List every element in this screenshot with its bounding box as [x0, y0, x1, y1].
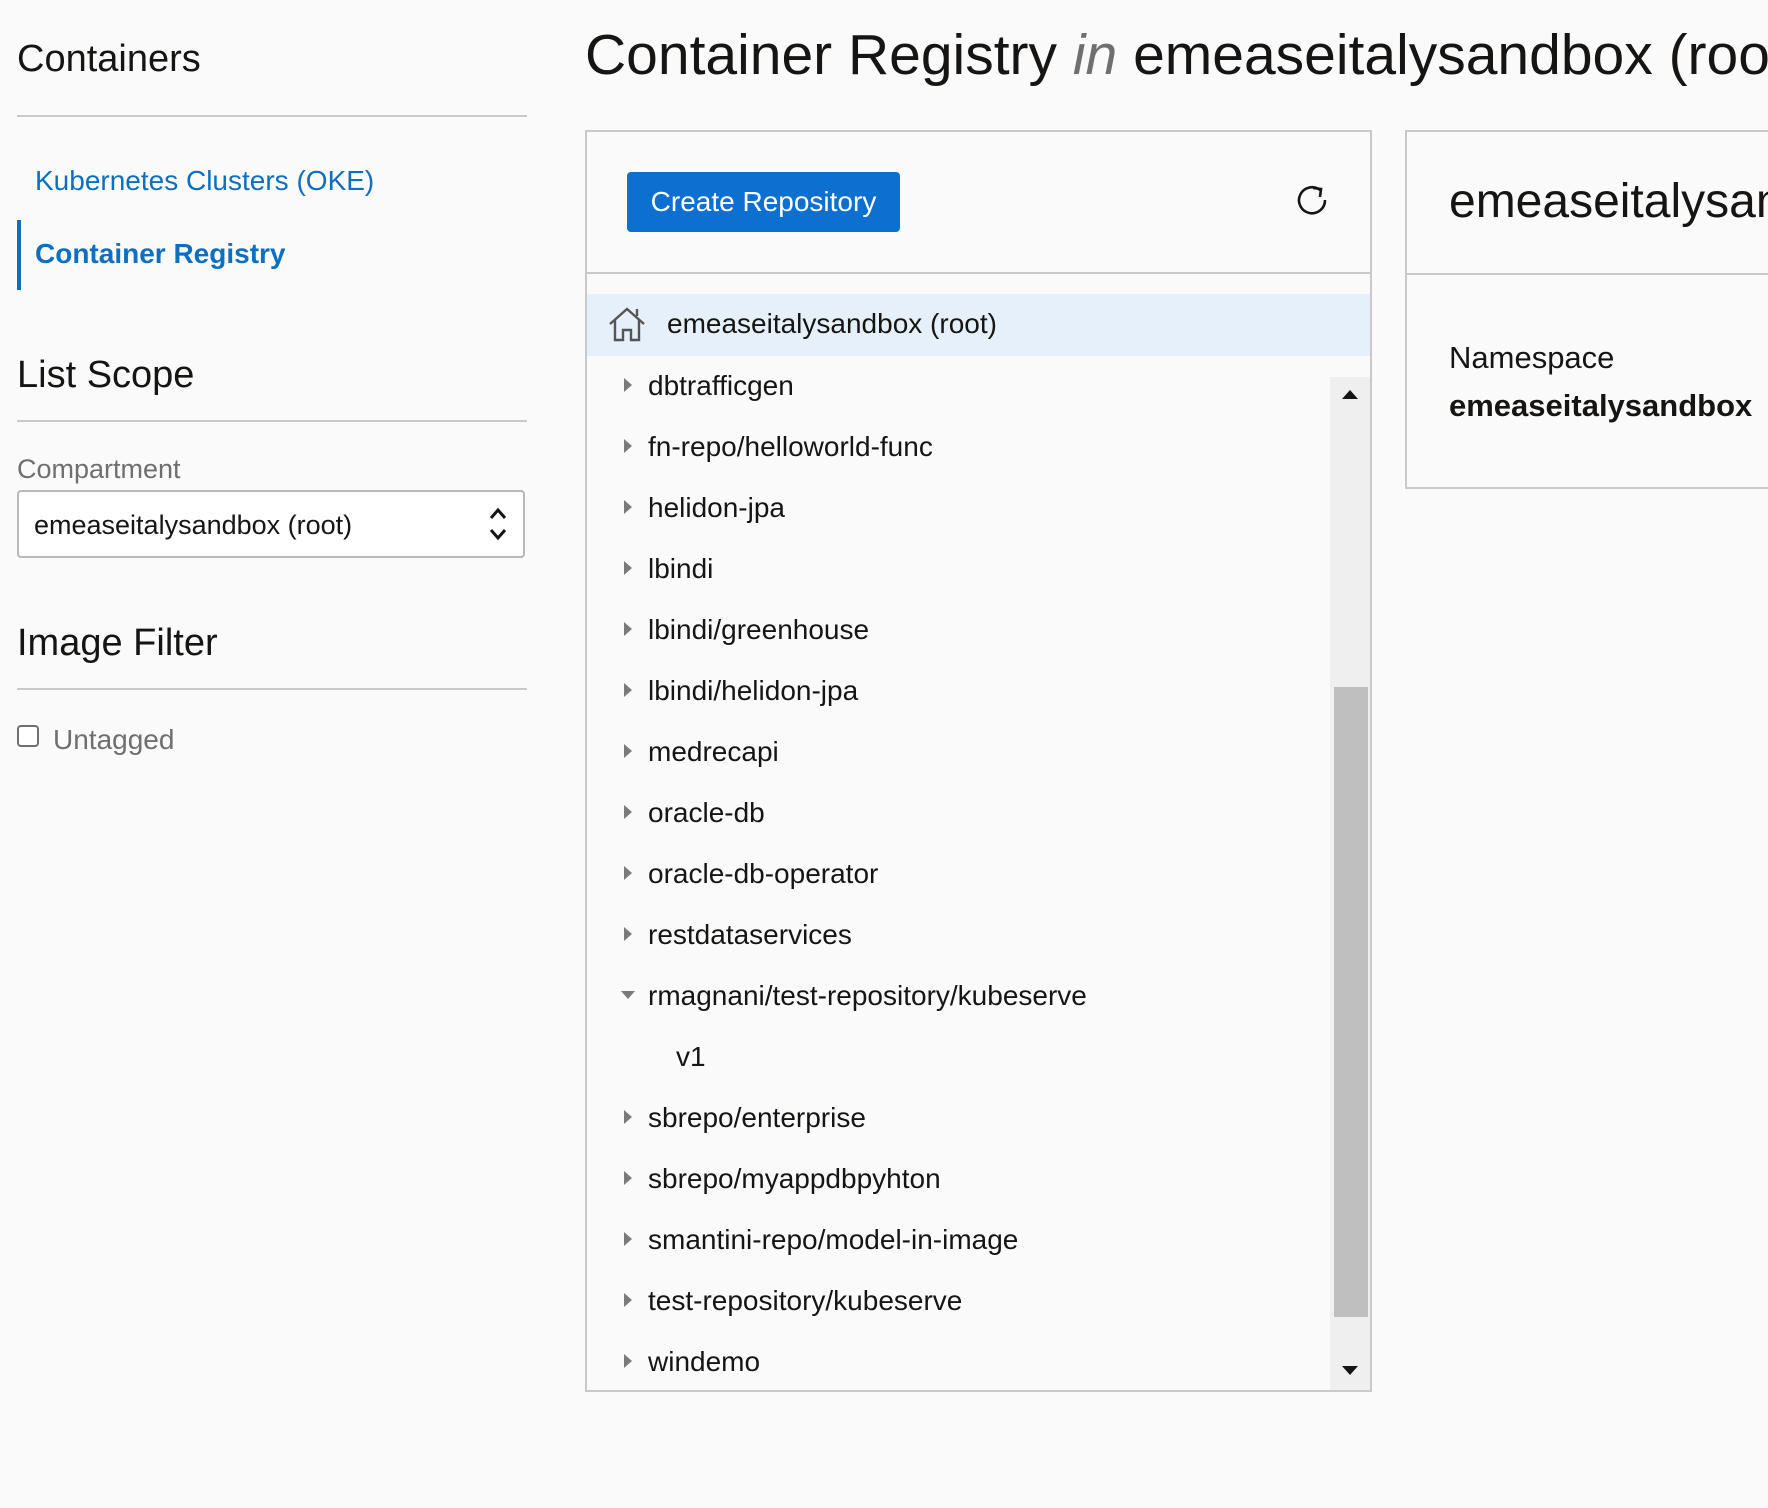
caret-right-icon[interactable]	[621, 620, 635, 638]
caret-right-icon[interactable]	[621, 1352, 635, 1370]
tree-item-label: rmagnani/test-repository/kubeserve	[648, 980, 1087, 1011]
scrollbar-thumb[interactable]	[1334, 687, 1368, 1317]
tree-scrollbar[interactable]	[1330, 377, 1370, 1390]
create-repository-button[interactable]: Create Repository	[627, 172, 900, 232]
caret-right-icon[interactable]	[621, 559, 635, 577]
caret-right-icon[interactable]	[621, 1230, 635, 1248]
caret-right-icon[interactable]	[621, 376, 635, 394]
tree-repository-row[interactable]: oracle-db	[587, 783, 1332, 843]
divider	[17, 115, 527, 117]
tree-repository-row[interactable]: sbrepo/enterprise	[587, 1088, 1332, 1148]
tree-repository-row[interactable]: lbindi/helidon-jpa	[587, 661, 1332, 721]
sidebar-item-container-registry[interactable]: Container Registry	[35, 238, 286, 270]
caret-right-icon[interactable]	[621, 1291, 635, 1309]
tree-item-label: windemo	[648, 1346, 761, 1377]
caret-right-icon[interactable]	[621, 1169, 635, 1187]
untagged-checkbox[interactable]	[17, 725, 39, 747]
sidebar-item-kubernetes-clusters[interactable]: Kubernetes Clusters (OKE)	[35, 165, 374, 197]
tree-item-label: smantini-repo/model-in-image	[648, 1224, 1019, 1255]
namespace-value: emeaseitalysandbox	[1449, 388, 1753, 423]
compartment-select-value: emeaseitalysandbox (root)	[34, 510, 353, 540]
compartment-label: Compartment	[17, 454, 181, 484]
tree-item-label: medrecapi	[648, 736, 779, 767]
sidebar-title: Containers	[17, 38, 201, 80]
namespace-label: Namespace	[1449, 340, 1615, 375]
caret-right-icon[interactable]	[621, 742, 635, 760]
tree-item-label: test-repository/kubeserve	[648, 1285, 963, 1316]
tree-item-label: v1	[676, 1041, 706, 1072]
detail-title: emeaseitalysandbox (root)	[1449, 175, 1768, 228]
tree-toolbar: Create Repository	[587, 132, 1370, 274]
tree-repository-row[interactable]: rmagnani/test-repository/kubeserve	[587, 966, 1332, 1026]
tree-item-label: restdataservices	[648, 919, 852, 950]
caret-right-icon[interactable]	[621, 498, 635, 516]
image-filter-heading: Image Filter	[17, 622, 218, 664]
tree-item-label: fn-repo/helloworld-func	[648, 431, 933, 462]
page-title: Container Registry in emeaseitalysandbox…	[585, 22, 1768, 88]
refresh-icon[interactable]	[1294, 182, 1330, 218]
scroll-down-arrow-icon[interactable]	[1340, 1364, 1360, 1378]
caret-right-icon[interactable]	[621, 1108, 635, 1126]
chevron-up-down-icon	[489, 507, 507, 541]
page-title-suffix: emeaseitalysandbox (root)	[1117, 23, 1768, 87]
tree-repository-row[interactable]: smantini-repo/model-in-image	[587, 1210, 1332, 1270]
tree-repository-row[interactable]: windemo	[587, 1332, 1332, 1390]
caret-down-icon[interactable]	[621, 986, 635, 1004]
tree-repository-row[interactable]: restdataservices	[587, 905, 1332, 965]
tree-repository-row[interactable]: lbindi/greenhouse	[587, 600, 1332, 660]
home-icon	[609, 307, 645, 342]
namespace-detail-panel: emeaseitalysandbox (root) Namespace emea…	[1405, 130, 1768, 489]
caret-right-icon[interactable]	[621, 864, 635, 882]
page-title-prefix: Container Registry	[585, 23, 1073, 87]
tree-item-label: lbindi/helidon-jpa	[648, 675, 859, 706]
caret-right-icon[interactable]	[621, 925, 635, 943]
caret-right-icon[interactable]	[621, 681, 635, 699]
tree-item-label: oracle-db	[648, 797, 765, 828]
detail-header: emeaseitalysandbox (root)	[1407, 132, 1768, 275]
tree-item-label: oracle-db-operator	[648, 858, 879, 889]
tree-item-label: lbindi/greenhouse	[648, 614, 870, 645]
divider	[17, 420, 527, 422]
untagged-label[interactable]: Untagged	[53, 724, 174, 756]
tree-repository-row[interactable]: dbtrafficgen	[587, 356, 1332, 416]
tree-root-label: emeaseitalysandbox (root)	[667, 308, 997, 339]
caret-right-icon[interactable]	[621, 803, 635, 821]
tree-repository-row[interactable]: oracle-db-operator	[587, 844, 1332, 904]
scroll-up-arrow-icon[interactable]	[1340, 387, 1360, 401]
tree-repository-row[interactable]: lbindi	[587, 539, 1332, 599]
tree-item-label: dbtrafficgen	[648, 370, 794, 401]
caret-right-icon[interactable]	[621, 437, 635, 455]
tree-repository-row[interactable]: test-repository/kubeserve	[587, 1271, 1332, 1331]
compartment-select[interactable]: emeaseitalysandbox (root)	[17, 490, 525, 558]
divider	[17, 688, 527, 690]
tree-item-label: sbrepo/enterprise	[648, 1102, 866, 1133]
repository-tree-panel: Create Repository emeaseitalysandbox (ro…	[585, 130, 1372, 1392]
page-title-in: in	[1072, 23, 1118, 87]
tree-item-label: lbindi	[648, 553, 714, 584]
tree-repository-row[interactable]: medrecapi	[587, 722, 1332, 782]
tree-tag-row[interactable]: v1	[587, 1027, 1332, 1087]
tree-repository-row[interactable]: sbrepo/myappdbpyhton	[587, 1149, 1332, 1209]
tree-root-row[interactable]: emeaseitalysandbox (root)	[587, 294, 1370, 356]
active-nav-indicator	[17, 220, 21, 290]
repository-list: dbtrafficgen fn-repo/helloworld-func helid…	[587, 356, 1332, 1390]
tree-item-label: helidon-jpa	[648, 492, 785, 523]
tree-repository-row[interactable]: helidon-jpa	[587, 478, 1332, 538]
tree-item-label: sbrepo/myappdbpyhton	[648, 1163, 941, 1194]
tree-repository-row[interactable]: fn-repo/helloworld-func	[587, 417, 1332, 477]
list-scope-heading: List Scope	[17, 354, 195, 396]
